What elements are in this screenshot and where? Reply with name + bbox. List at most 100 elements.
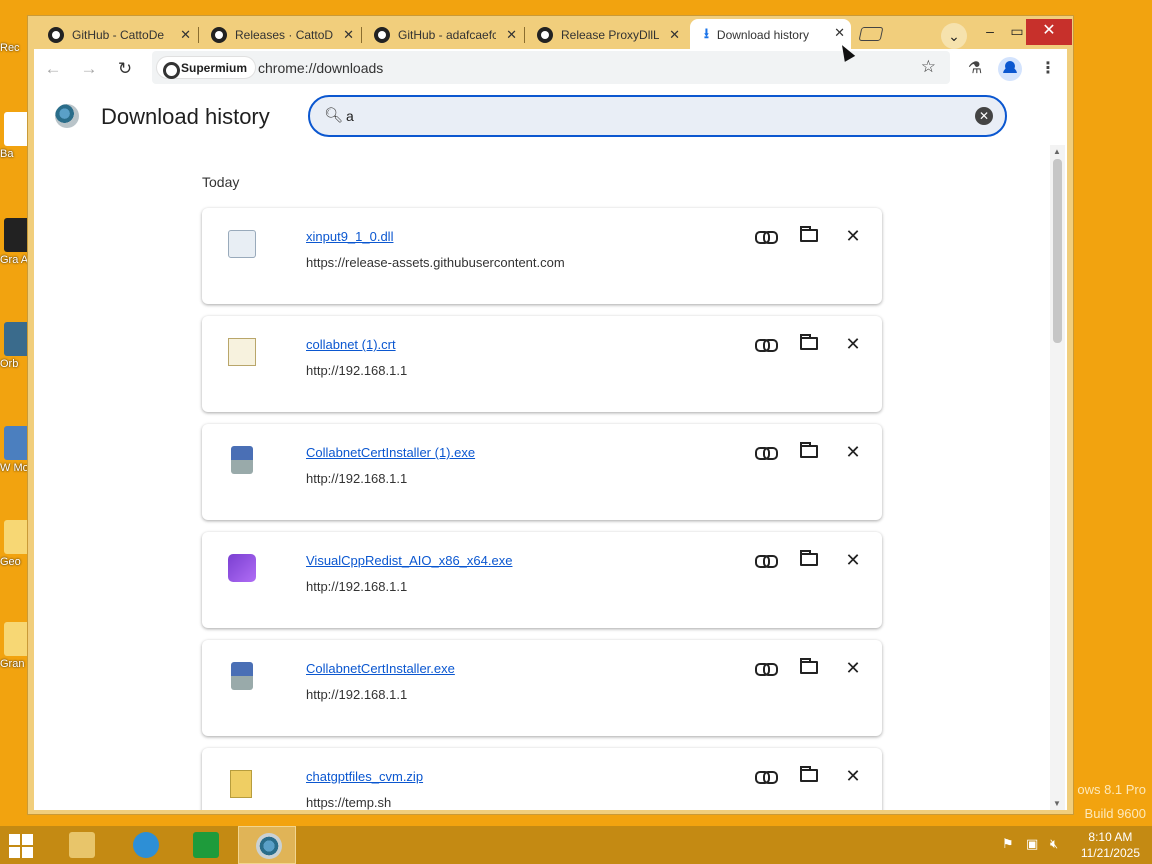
- download-source-url: https://temp.sh: [306, 795, 392, 810]
- remove-item-icon[interactable]: ✕: [839, 441, 867, 463]
- show-in-folder-icon[interactable]: [795, 657, 823, 679]
- start-button[interactable]: [0, 826, 46, 864]
- remove-item-icon[interactable]: ✕: [839, 765, 867, 787]
- download-filename-link[interactable]: VisualCppRedist_AIO_x86_x64.exe: [306, 553, 512, 568]
- desktop-icon[interactable]: Rec: [0, 40, 30, 54]
- tab-releases-cattodev[interactable]: Releases · CattoDe ✕: [197, 21, 360, 49]
- taskbar-file-explorer[interactable]: [52, 826, 110, 864]
- remove-item-icon[interactable]: ✕: [839, 333, 867, 355]
- desktop-icon[interactable]: Ba: [0, 112, 30, 160]
- action-center-flag-icon[interactable]: ⚑: [1002, 836, 1014, 852]
- close-tab-icon[interactable]: ✕: [669, 27, 680, 43]
- labs-flask-icon[interactable]: ⚗: [962, 56, 988, 82]
- forward-icon[interactable]: →: [76, 56, 102, 82]
- search-downloads-box[interactable]: 🔍︎ ✕: [308, 95, 1007, 137]
- tab-search-chevron-icon[interactable]: ⌄: [941, 23, 967, 49]
- remove-item-icon[interactable]: ✕: [839, 549, 867, 571]
- reload-icon[interactable]: ↻: [112, 56, 138, 82]
- desktop-icon-label: Gra A: [0, 254, 29, 266]
- tab-title: Download history: [716, 27, 809, 42]
- date-section-label: Today: [202, 174, 240, 190]
- desktop-icon-label: Gran: [0, 658, 25, 670]
- tab-title: Release ProxyDllL: [561, 28, 659, 42]
- taskbar: ⚑ ▣ 🔇︎ 8:10 AM 11/21/2025: [0, 826, 1152, 864]
- download-item: CollabnetCertInstaller (1).exe http://19…: [202, 424, 882, 520]
- copy-link-icon[interactable]: [751, 225, 779, 247]
- vertical-scrollbar[interactable]: ▲ ▼: [1050, 145, 1065, 810]
- download-filename-link[interactable]: CollabnetCertInstaller.exe: [306, 661, 455, 676]
- search-input[interactable]: [346, 106, 946, 126]
- github-icon: [48, 27, 64, 43]
- tab-release-proxydll[interactable]: Release ProxyDllL ✕: [523, 21, 686, 49]
- windows-logo-icon: [9, 834, 33, 858]
- volume-muted-icon[interactable]: 🔇︎: [1050, 836, 1058, 852]
- show-in-folder-icon[interactable]: [795, 549, 823, 571]
- close-tab-icon[interactable]: ✕: [180, 27, 191, 43]
- tab-download-history[interactable]: ⭳ Download history ✕: [690, 19, 851, 50]
- copy-link-icon[interactable]: [751, 441, 779, 463]
- download-source-url: http://192.168.1.1: [306, 579, 408, 594]
- desktop-icon-label: Orb: [0, 358, 19, 370]
- menu-kebab-icon[interactable]: ⋮: [1035, 56, 1061, 82]
- download-icon: ⭳: [704, 24, 709, 41]
- address-url[interactable]: chrome://downloads: [258, 60, 383, 76]
- download-filename-link[interactable]: chatgptfiles_cvm.zip: [306, 769, 423, 784]
- copy-link-icon[interactable]: [751, 333, 779, 355]
- scroll-down-arrow-icon[interactable]: ▼: [1053, 799, 1061, 808]
- download-item: xinput9_1_0.dll https://release-assets.g…: [202, 208, 882, 304]
- clear-search-icon[interactable]: ✕: [975, 107, 993, 125]
- desktop-icon[interactable]: W Mov: [0, 426, 34, 474]
- show-in-folder-icon[interactable]: [795, 333, 823, 355]
- show-in-folder-icon[interactable]: [795, 765, 823, 787]
- show-in-folder-icon[interactable]: [795, 225, 823, 247]
- close-tab-icon[interactable]: ✕: [834, 25, 845, 41]
- download-filename-link[interactable]: xinput9_1_0.dll: [306, 229, 393, 244]
- bookmark-star-icon[interactable]: ☆: [921, 57, 936, 77]
- taskbar-supermium-browser[interactable]: [238, 826, 296, 864]
- taskbar-clock[interactable]: 8:10 AM 11/21/2025: [1081, 829, 1140, 861]
- desktop-icon[interactable]: Orb: [0, 322, 30, 370]
- close-tab-icon[interactable]: ✕: [506, 27, 517, 43]
- windows-watermark-edition: ows 8.1 Pro: [1077, 782, 1146, 797]
- profile-avatar-icon[interactable]: [998, 57, 1022, 81]
- remove-item-icon[interactable]: ✕: [839, 657, 867, 679]
- copy-link-icon[interactable]: [751, 765, 779, 787]
- desktop-icon-label: Geo: [0, 556, 21, 568]
- download-source-url: http://192.168.1.1: [306, 687, 408, 702]
- tab-github-cattodev[interactable]: GitHub - CattoDe ✕: [34, 21, 197, 49]
- desktop-icon[interactable]: Geo: [0, 520, 30, 568]
- tab-github-adafcaefc[interactable]: GitHub - adafcaefc ✕: [360, 21, 523, 49]
- copy-link-icon[interactable]: [751, 657, 779, 679]
- file-explorer-icon: [69, 832, 95, 858]
- download-item: chatgptfiles_cvm.zip https://temp.sh ✕: [202, 748, 882, 810]
- desktop-icon[interactable]: Gran: [0, 622, 30, 670]
- tab-title: Releases · CattoDe: [235, 28, 333, 42]
- back-icon[interactable]: ←: [40, 56, 66, 82]
- close-tab-icon[interactable]: ✕: [343, 27, 354, 43]
- close-window-button[interactable]: ✕: [1026, 19, 1072, 45]
- exe-file-icon: [231, 662, 253, 690]
- network-icon[interactable]: ▣: [1026, 836, 1038, 852]
- internet-explorer-icon: [133, 832, 159, 858]
- site-info-chip[interactable]: Supermium: [156, 56, 257, 79]
- address-bar[interactable]: Supermium chrome://downloads ☆: [152, 51, 950, 84]
- supermium-logo-icon: [55, 104, 79, 128]
- show-in-folder-icon[interactable]: [795, 441, 823, 463]
- scrollbar-thumb[interactable]: [1053, 159, 1062, 343]
- new-tab-icon[interactable]: [858, 27, 884, 41]
- page-title: Download history: [101, 104, 270, 129]
- scroll-up-arrow-icon[interactable]: ▲: [1053, 147, 1061, 156]
- taskbar-internet-explorer[interactable]: [116, 826, 174, 864]
- tab-title: GitHub - CattoDe: [72, 28, 165, 42]
- visual-studio-icon: [228, 554, 256, 582]
- desktop-icon[interactable]: Gra A: [0, 218, 30, 266]
- taskbar-store[interactable]: [176, 826, 234, 864]
- github-icon: [537, 27, 553, 43]
- download-source-url: https://release-assets.githubusercontent…: [306, 255, 565, 270]
- download-filename-link[interactable]: CollabnetCertInstaller (1).exe: [306, 445, 475, 460]
- download-item: CollabnetCertInstaller.exe http://192.16…: [202, 640, 882, 736]
- download-source-url: http://192.168.1.1: [306, 363, 408, 378]
- remove-item-icon[interactable]: ✕: [839, 225, 867, 247]
- download-filename-link[interactable]: collabnet (1).crt: [306, 337, 396, 352]
- copy-link-icon[interactable]: [751, 549, 779, 571]
